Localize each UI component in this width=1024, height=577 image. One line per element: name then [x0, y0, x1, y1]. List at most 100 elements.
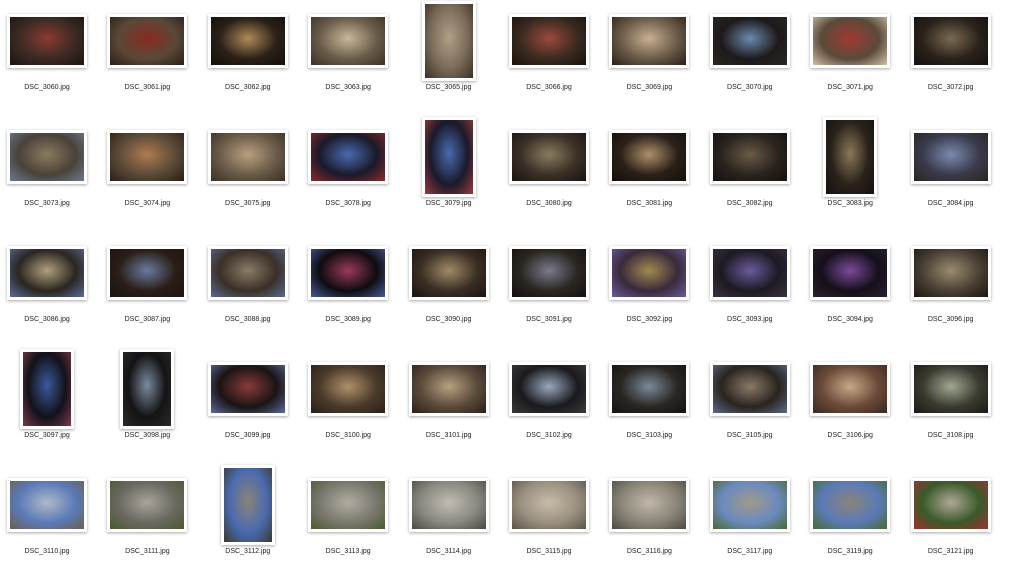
file-item[interactable]: DSC_3078.jpg: [298, 116, 398, 232]
thumbnail[interactable]: [509, 14, 589, 68]
file-item[interactable]: DSC_3100.jpg: [298, 348, 398, 464]
file-item[interactable]: DSC_3093.jpg: [700, 232, 800, 348]
file-item[interactable]: DSC_3080.jpg: [499, 116, 599, 232]
file-item[interactable]: DSC_3071.jpg: [800, 0, 900, 116]
file-item[interactable]: DSC_3081.jpg: [599, 116, 699, 232]
thumbnail[interactable]: [207, 362, 288, 416]
thumbnail[interactable]: [308, 246, 389, 300]
thumbnail[interactable]: [509, 362, 589, 416]
thumbnail[interactable]: [107, 130, 188, 184]
file-item[interactable]: DSC_3092.jpg: [599, 232, 699, 348]
thumbnail[interactable]: [810, 362, 891, 416]
thumbnail[interactable]: [810, 478, 891, 532]
file-item[interactable]: DSC_3108.jpg: [901, 348, 1001, 464]
file-item[interactable]: DSC_3063.jpg: [298, 0, 398, 116]
file-item[interactable]: DSC_3065.jpg: [399, 0, 499, 116]
file-item[interactable]: DSC_3098.jpg: [97, 348, 197, 464]
thumbnail[interactable]: [823, 117, 878, 197]
thumbnail[interactable]: [910, 478, 991, 532]
thumbnail[interactable]: [308, 130, 389, 184]
file-item[interactable]: DSC_3099.jpg: [198, 348, 298, 464]
file-item[interactable]: DSC_3075.jpg: [198, 116, 298, 232]
file-item[interactable]: DSC_3060.jpg: [0, 0, 97, 116]
thumbnail[interactable]: [308, 14, 389, 68]
file-item[interactable]: DSC_3083.jpg: [800, 116, 900, 232]
thumbnail[interactable]: [7, 130, 87, 184]
file-item[interactable]: DSC_3062.jpg: [198, 0, 298, 116]
thumbnail[interactable]: [709, 14, 790, 68]
file-item[interactable]: DSC_3070.jpg: [700, 0, 800, 116]
thumbnail[interactable]: [910, 130, 991, 184]
thumbnail[interactable]: [709, 130, 790, 184]
thumbnail[interactable]: [7, 478, 87, 532]
file-item[interactable]: DSC_3091.jpg: [499, 232, 599, 348]
file-item[interactable]: DSC_3086.jpg: [0, 232, 97, 348]
file-item[interactable]: DSC_3101.jpg: [399, 348, 499, 464]
file-item[interactable]: DSC_3072.jpg: [901, 0, 1001, 116]
thumbnail[interactable]: [20, 349, 74, 429]
thumbnail[interactable]: [810, 246, 891, 300]
file-item[interactable]: DSC_3110.jpg: [0, 464, 97, 577]
file-item[interactable]: DSC_3074.jpg: [97, 116, 197, 232]
thumbnail[interactable]: [609, 362, 690, 416]
thumbnail[interactable]: [107, 246, 188, 300]
thumbnail[interactable]: [910, 362, 991, 416]
thumbnail[interactable]: [709, 362, 790, 416]
file-item[interactable]: DSC_3066.jpg: [499, 0, 599, 116]
thumbnail[interactable]: [7, 14, 87, 68]
thumbnail[interactable]: [609, 14, 690, 68]
thumbnail[interactable]: [609, 478, 690, 532]
file-item[interactable]: DSC_3097.jpg: [0, 348, 97, 464]
file-item[interactable]: DSC_3082.jpg: [700, 116, 800, 232]
thumbnail[interactable]: [408, 478, 489, 532]
file-item[interactable]: DSC_3061.jpg: [97, 0, 197, 116]
thumbnail[interactable]: [207, 14, 288, 68]
thumbnail[interactable]: [120, 349, 175, 429]
file-item[interactable]: DSC_3103.jpg: [599, 348, 699, 464]
thumbnail[interactable]: [609, 246, 690, 300]
thumbnail[interactable]: [220, 465, 275, 545]
file-item[interactable]: DSC_3088.jpg: [198, 232, 298, 348]
file-item[interactable]: DSC_3113.jpg: [298, 464, 398, 577]
file-item[interactable]: DSC_3121.jpg: [901, 464, 1001, 577]
file-item[interactable]: DSC_3087.jpg: [97, 232, 197, 348]
thumbnail[interactable]: [421, 1, 476, 81]
file-item[interactable]: DSC_3094.jpg: [800, 232, 900, 348]
thumbnail[interactable]: [308, 362, 389, 416]
thumbnail[interactable]: [810, 14, 891, 68]
thumbnail[interactable]: [509, 130, 589, 184]
file-item[interactable]: DSC_3112.jpg: [198, 464, 298, 577]
file-item[interactable]: DSC_3115.jpg: [499, 464, 599, 577]
file-item[interactable]: DSC_3117.jpg: [700, 464, 800, 577]
file-item[interactable]: DSC_3096.jpg: [901, 232, 1001, 348]
file-item[interactable]: DSC_3106.jpg: [800, 348, 900, 464]
file-item[interactable]: DSC_3111.jpg: [97, 464, 197, 577]
file-item[interactable]: DSC_3069.jpg: [599, 0, 699, 116]
thumbnail[interactable]: [408, 362, 489, 416]
thumbnail[interactable]: [408, 246, 489, 300]
thumbnail[interactable]: [509, 478, 589, 532]
thumbnail[interactable]: [709, 246, 790, 300]
thumbnail[interactable]: [910, 246, 991, 300]
thumbnail[interactable]: [308, 478, 389, 532]
file-item[interactable]: DSC_3084.jpg: [901, 116, 1001, 232]
thumbnail[interactable]: [421, 117, 476, 197]
file-item[interactable]: DSC_3105.jpg: [700, 348, 800, 464]
file-item[interactable]: DSC_3102.jpg: [499, 348, 599, 464]
thumbnail[interactable]: [207, 246, 288, 300]
file-item[interactable]: DSC_3089.jpg: [298, 232, 398, 348]
file-item[interactable]: DSC_3090.jpg: [399, 232, 499, 348]
file-item[interactable]: DSC_3073.jpg: [0, 116, 97, 232]
thumbnail[interactable]: [107, 14, 188, 68]
thumbnail[interactable]: [910, 14, 991, 68]
thumbnail[interactable]: [207, 130, 288, 184]
file-item[interactable]: DSC_3114.jpg: [399, 464, 499, 577]
file-item[interactable]: DSC_3119.jpg: [800, 464, 900, 577]
file-item[interactable]: DSC_3116.jpg: [599, 464, 699, 577]
thumbnail[interactable]: [609, 130, 690, 184]
thumbnail[interactable]: [709, 478, 790, 532]
thumbnail[interactable]: [7, 246, 87, 300]
file-item[interactable]: DSC_3079.jpg: [399, 116, 499, 232]
thumbnail[interactable]: [509, 246, 589, 300]
thumbnail[interactable]: [107, 478, 188, 532]
